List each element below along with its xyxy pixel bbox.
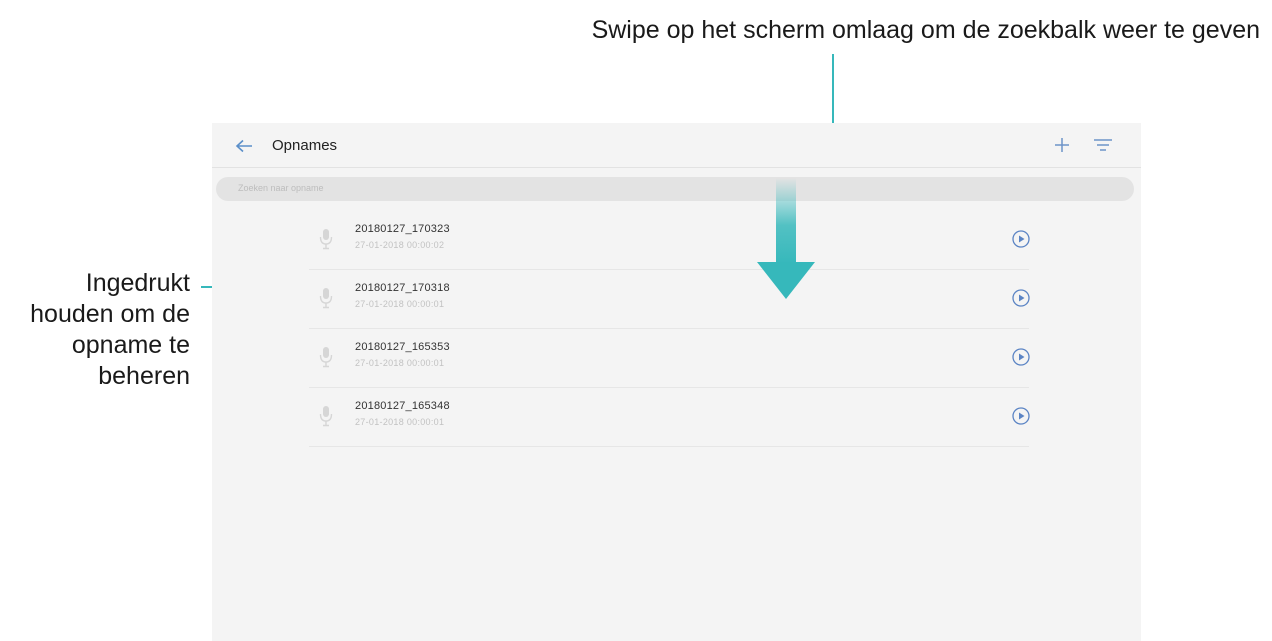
microphone-icon (319, 406, 333, 427)
recording-meta: 27-01-2018 00:00:01 (355, 299, 445, 309)
recording-name: 20180127_170323 (355, 223, 450, 235)
play-icon[interactable] (1011, 406, 1031, 426)
play-icon[interactable] (1011, 288, 1031, 308)
recording-name: 20180127_165348 (355, 400, 450, 412)
back-button[interactable] (232, 135, 256, 157)
play-icon[interactable] (1011, 347, 1031, 367)
sort-icon (1094, 139, 1112, 151)
page-title: Opnames (272, 137, 338, 154)
annotation-long-press: Ingedrukt houden om de opname te beheren (30, 269, 190, 390)
search-placeholder: Zoeken naar opname (238, 183, 324, 193)
recording-name: 20180127_170318 (355, 282, 450, 294)
recording-row[interactable]: 20180127_170323 27-01-2018 00:00:02 (309, 211, 1031, 270)
play-icon[interactable] (1011, 229, 1031, 249)
recorder-screen: Opnames Zoeken naar opname 20180127_1703… (212, 123, 1141, 641)
plus-icon (1055, 138, 1069, 152)
recording-list: 20180127_170323 27-01-2018 00:00:02 2018… (309, 211, 1031, 447)
add-recording-button[interactable] (1051, 134, 1073, 156)
microphone-icon (319, 288, 333, 309)
sort-button[interactable] (1090, 134, 1116, 156)
swipe-down-arrow-icon (757, 178, 815, 299)
recording-row[interactable]: 20180127_165348 27-01-2018 00:00:01 (309, 388, 1031, 447)
app-bar: Opnames (212, 123, 1141, 168)
recording-meta: 27-01-2018 00:00:02 (355, 240, 445, 250)
recording-row[interactable]: 20180127_170318 27-01-2018 00:00:01 (309, 270, 1031, 329)
arrow-left-icon (235, 139, 252, 153)
recording-name: 20180127_165353 (355, 341, 450, 353)
microphone-icon (319, 229, 333, 250)
recording-meta: 27-01-2018 00:00:01 (355, 358, 445, 368)
search-input[interactable]: Zoeken naar opname (216, 177, 1134, 201)
recording-row[interactable]: 20180127_165353 27-01-2018 00:00:01 (309, 329, 1031, 388)
microphone-icon (319, 347, 333, 368)
annotation-swipe-down: Swipe op het scherm omlaag om de zoekbal… (591, 16, 1260, 44)
recording-meta: 27-01-2018 00:00:01 (355, 417, 445, 427)
